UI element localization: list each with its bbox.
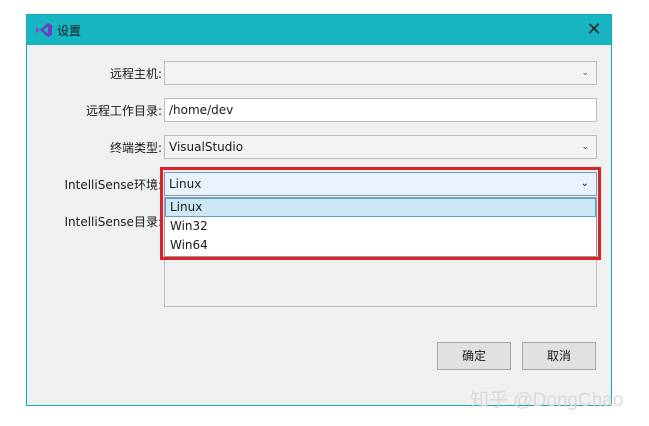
dropdown-option-win64[interactable]: Win64 bbox=[165, 236, 596, 255]
close-icon: ✕ bbox=[586, 19, 602, 40]
intellisense-dir-label: IntelliSense目录: bbox=[64, 215, 162, 229]
settings-dialog: 设置 ✕ 远程主机: ⌄ 远程工作目录: /home/dev 终端类型: Vis… bbox=[26, 14, 612, 406]
chevron-down-icon: ⌄ bbox=[581, 68, 589, 78]
remote-host-label: 远程主机: bbox=[109, 67, 162, 81]
intellisense-env-label: IntelliSense环境: bbox=[64, 178, 162, 192]
ok-button[interactable]: 确定 bbox=[437, 342, 511, 370]
terminal-type-select[interactable]: VisualStudio ⌄ bbox=[164, 135, 597, 159]
chevron-down-icon: ⌄ bbox=[580, 178, 589, 189]
chevron-down-icon: ⌄ bbox=[581, 142, 589, 152]
remote-workdir-value: /home/dev bbox=[169, 103, 234, 117]
dropdown-option-win32[interactable]: Win32 bbox=[165, 217, 596, 236]
remote-host-select[interactable]: ⌄ bbox=[164, 61, 597, 85]
terminal-type-value: VisualStudio bbox=[169, 140, 244, 154]
watermark: 知乎 @DongChao bbox=[470, 390, 624, 411]
close-button[interactable]: ✕ bbox=[577, 15, 611, 45]
intellisense-env-select[interactable]: Linux ⌄ bbox=[164, 172, 597, 196]
cancel-button[interactable]: 取消 bbox=[522, 342, 596, 370]
title-bar[interactable]: 设置 ✕ bbox=[27, 15, 611, 45]
terminal-type-label: 终端类型: bbox=[109, 141, 162, 155]
intellisense-env-dropdown: Linux Win32 Win64 bbox=[164, 197, 597, 257]
visual-studio-icon bbox=[36, 23, 52, 37]
dropdown-option-linux[interactable]: Linux bbox=[165, 198, 596, 217]
intellisense-env-value: Linux bbox=[169, 177, 202, 191]
dialog-title: 设置 bbox=[57, 24, 82, 38]
remote-workdir-label: 远程工作目录: bbox=[85, 104, 162, 118]
remote-workdir-input[interactable]: /home/dev bbox=[164, 98, 597, 122]
